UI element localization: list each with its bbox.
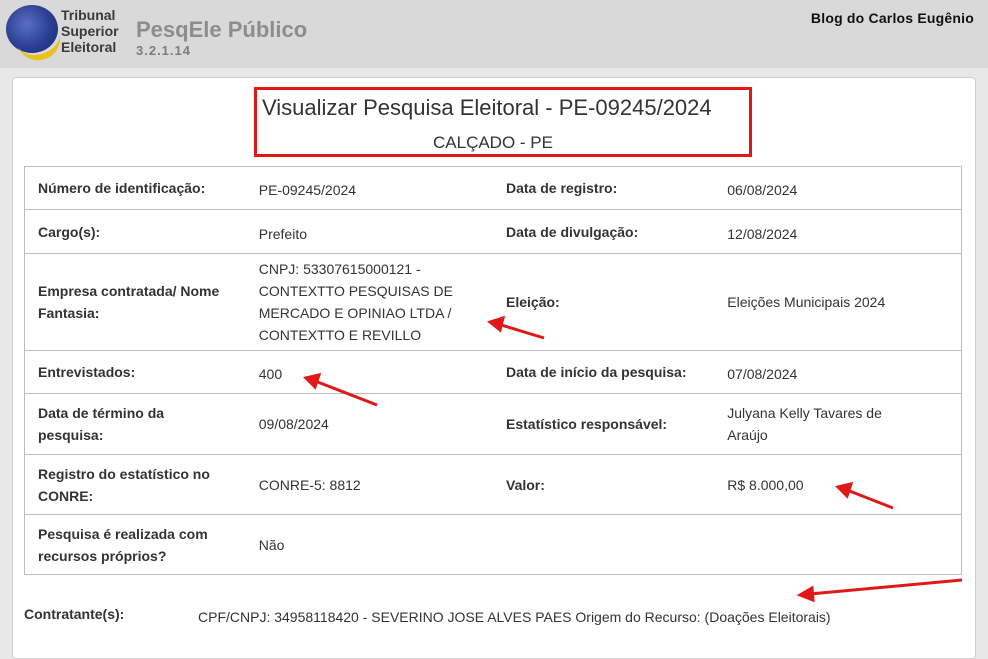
org-name-line: Tribunal xyxy=(61,7,116,23)
field-value: Julyana Kelly Tavares de Araújo xyxy=(727,393,962,455)
app-header: Tribunal Superior Eleitoral PesqEle Públ… xyxy=(0,0,988,68)
page-subtitle: CALÇADO - PE xyxy=(433,133,553,152)
field-label: Data de divulgação: xyxy=(493,209,728,254)
field-label: Pesquisa é realizada com recursos própri… xyxy=(24,514,259,575)
field-value: 400 xyxy=(258,350,493,394)
field-value xyxy=(727,514,962,575)
field-value: CONRE-5: 8812 xyxy=(258,454,493,515)
app-version: 3.2.1.14 xyxy=(136,43,191,58)
field-value: R$ 8.000,00 xyxy=(727,454,962,515)
table-row: Empresa contratada/ Nome Fantasia: CNPJ:… xyxy=(24,253,962,351)
table-row: Registro do estatístico no CONRE: CONRE-… xyxy=(24,454,962,515)
field-value: Eleições Municipais 2024 xyxy=(727,253,962,351)
field-label: Cargo(s): xyxy=(24,209,259,254)
contratante-label: Contratante(s): xyxy=(24,606,125,622)
field-value: PE-09245/2024 xyxy=(258,166,493,210)
field-value: Prefeito xyxy=(258,209,493,254)
field-value: 07/08/2024 xyxy=(727,350,962,394)
app-title: PesqEle Público xyxy=(136,17,308,42)
contratante-value: CPF/CNPJ: 34958118420 - SEVERINO JOSE AL… xyxy=(198,609,831,625)
survey-details-table: Número de identificação: PE-09245/2024 D… xyxy=(24,166,962,575)
field-label: Data de término da pesquisa: xyxy=(24,393,259,455)
field-label: Data de registro: xyxy=(493,166,728,210)
table-row: Pesquisa é realizada com recursos própri… xyxy=(24,514,962,575)
field-label: Estatístico responsável: xyxy=(493,393,728,455)
field-label: Número de identificação: xyxy=(24,166,259,210)
table-row: Entrevistados: 400 Data de início da pes… xyxy=(24,350,962,394)
field-value: 06/08/2024 xyxy=(727,166,962,210)
field-value: 09/08/2024 xyxy=(258,393,493,455)
field-label: Entrevistados: xyxy=(24,350,259,394)
page-title: Visualizar Pesquisa Eleitoral - PE-09245… xyxy=(262,95,712,120)
org-name-line: Eleitoral xyxy=(61,39,117,55)
table-row: Data de término da pesquisa: 09/08/2024 … xyxy=(24,393,962,455)
field-value: 12/08/2024 xyxy=(727,209,962,254)
table-row: Número de identificação: PE-09245/2024 D… xyxy=(24,166,962,210)
field-label: Eleição: xyxy=(493,253,728,351)
field-value: Não xyxy=(258,514,493,575)
table-row: Cargo(s): Prefeito Data de divulgação: 1… xyxy=(24,209,962,254)
org-name-line: Superior xyxy=(61,23,119,39)
field-label: Valor: xyxy=(493,454,728,515)
field-label: Registro do estatístico no CONRE: xyxy=(24,454,259,515)
field-value: CNPJ: 53307615000121 - CONTEXTTO PESQUIS… xyxy=(258,253,493,351)
org-name: Tribunal Superior Eleitoral xyxy=(61,7,119,55)
blog-watermark: Blog do Carlos Eugênio xyxy=(810,10,974,26)
field-label: Data de início da pesquisa: xyxy=(493,350,728,394)
field-label: Empresa contratada/ Nome Fantasia: xyxy=(24,253,259,351)
field-label xyxy=(493,514,728,575)
